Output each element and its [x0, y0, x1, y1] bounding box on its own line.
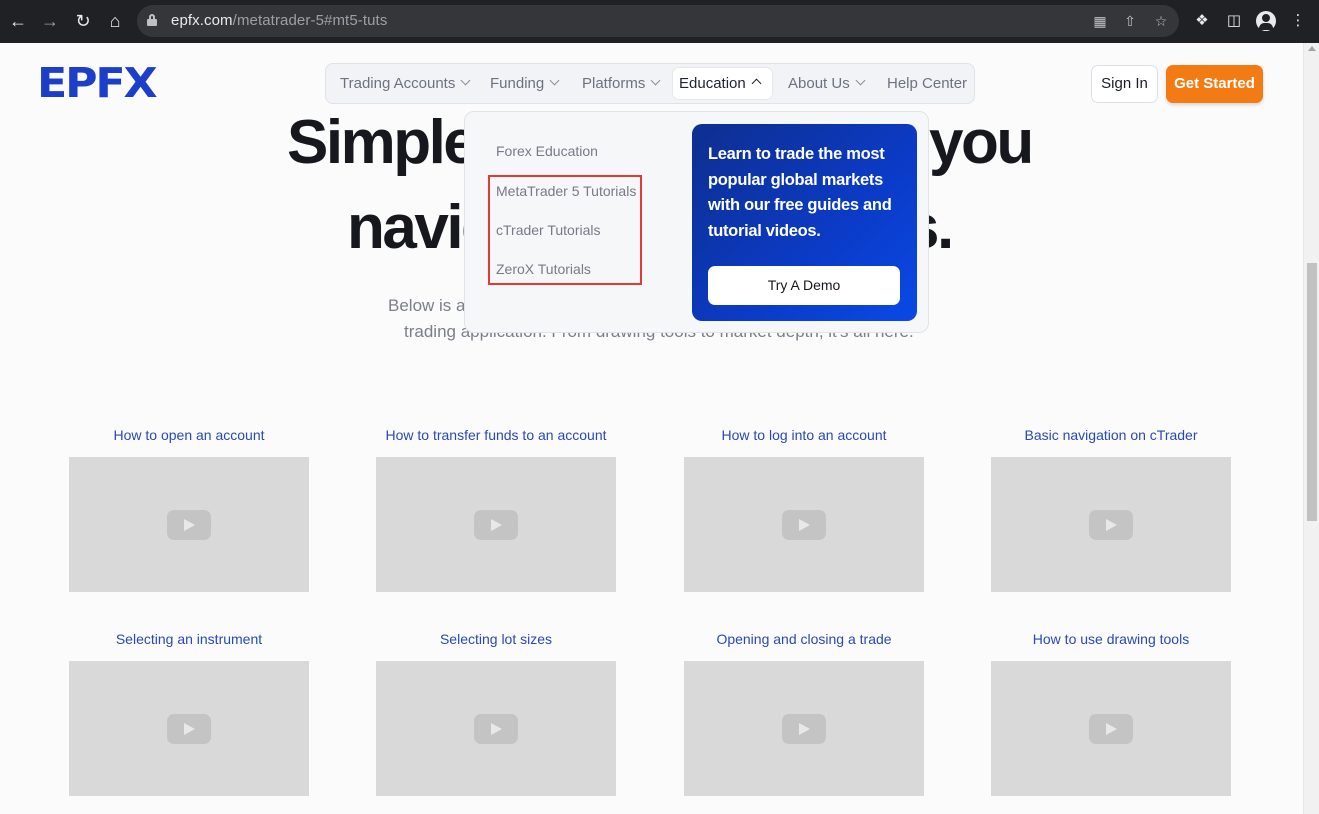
chevron-down-icon [460, 75, 471, 86]
video-title[interactable]: Selecting an instrument [69, 631, 309, 647]
video-thumbnail[interactable] [376, 661, 616, 796]
sign-in-button[interactable]: Sign In [1091, 65, 1158, 103]
video-thumbnail[interactable] [684, 457, 924, 592]
highlight-box [488, 175, 642, 285]
video-title[interactable]: How to open an account [69, 427, 309, 443]
lock-icon[interactable] [147, 14, 157, 26]
scroll-up-arrow-icon[interactable] [1308, 46, 1316, 51]
extensions-puzzle-icon[interactable]: ❖ [1192, 11, 1212, 31]
nav-trading-accounts[interactable]: Trading Accounts [334, 68, 475, 99]
main-navigation: Trading Accounts Funding Platforms Educa… [325, 63, 975, 104]
play-icon[interactable] [474, 714, 518, 744]
nav-platforms[interactable]: Platforms [576, 68, 665, 99]
try-a-demo-button[interactable]: Try A Demo [708, 266, 900, 305]
hero-title-line1-left: Simple [287, 108, 478, 177]
back-arrow-icon[interactable]: ← [6, 9, 30, 33]
play-icon[interactable] [782, 714, 826, 744]
video-thumbnail[interactable] [69, 661, 309, 796]
url-text[interactable]: epfx.com/metatrader-5#mt5-tuts [171, 12, 387, 29]
hero-subtitle-line1: Below is a [388, 296, 466, 315]
chevron-down-icon [650, 75, 661, 86]
home-icon[interactable]: ⌂ [103, 9, 127, 33]
nav-label: Platforms [582, 75, 646, 92]
video-thumbnail[interactable] [684, 661, 924, 796]
nav-label: Help Center [887, 75, 968, 92]
video-thumbnail[interactable] [991, 457, 1231, 592]
video-thumbnail[interactable] [69, 457, 309, 592]
nav-funding[interactable]: Funding [484, 68, 564, 99]
promo-text: Learn to trade the most popular global m… [708, 145, 892, 240]
video-thumbnail[interactable] [991, 661, 1231, 796]
education-dropdown-menu: Forex Education MetaTrader 5 Tutorials c… [464, 111, 929, 333]
get-started-button[interactable]: Get Started [1166, 65, 1263, 103]
nav-label: Education [679, 75, 746, 92]
video-title[interactable]: Selecting lot sizes [376, 631, 616, 647]
education-promo-card: Learn to trade the most popular global m… [692, 124, 917, 321]
bookmark-star-icon[interactable]: ☆ [1151, 11, 1171, 31]
play-icon[interactable] [167, 714, 211, 744]
video-title[interactable]: Basic navigation on cTrader [991, 427, 1231, 443]
chevron-down-icon [549, 75, 560, 86]
url-path: /metatrader-5#mt5-tuts [232, 12, 388, 29]
reload-icon[interactable]: ↻ [71, 9, 95, 33]
url-domain: epfx.com [171, 12, 233, 29]
dropdown-link-forex-education[interactable]: Forex Education [496, 143, 598, 159]
video-title[interactable]: How to use drawing tools [991, 631, 1231, 647]
page-scrollbar[interactable] [1303, 43, 1319, 814]
video-thumbnail[interactable] [376, 457, 616, 592]
nav-label: Funding [490, 75, 545, 92]
play-icon[interactable] [782, 510, 826, 540]
profile-avatar-icon[interactable] [1256, 11, 1276, 31]
video-title[interactable]: How to log into an account [684, 427, 924, 443]
play-icon[interactable] [1089, 714, 1133, 744]
play-icon[interactable] [167, 510, 211, 540]
video-title[interactable]: Opening and closing a trade [684, 631, 924, 647]
browser-toolbar: ← → ↻ ⌂ epfx.com/metatrader-5#mt5-tuts ▦… [0, 0, 1319, 43]
share-icon[interactable]: ⇧ [1120, 11, 1140, 31]
epfx-logo[interactable]: EPFX [37, 63, 158, 104]
forward-arrow-icon[interactable]: → [38, 9, 62, 33]
play-icon[interactable] [474, 510, 518, 540]
video-title[interactable]: How to transfer funds to an account [376, 427, 616, 443]
nav-label: About Us [788, 75, 850, 92]
chevron-down-icon [855, 75, 866, 86]
side-panel-icon[interactable]: ◫ [1224, 11, 1244, 31]
translate-icon[interactable]: ▦ [1090, 11, 1110, 31]
nav-help-center[interactable]: Help Center [881, 68, 973, 99]
menu-kebab-icon[interactable]: ⋮ [1288, 11, 1308, 31]
nav-label: Trading Accounts [340, 75, 456, 92]
scrollbar-thumb[interactable] [1307, 263, 1317, 521]
chevron-up-icon [751, 78, 762, 89]
play-icon[interactable] [1089, 510, 1133, 540]
nav-about-us[interactable]: About Us [782, 68, 870, 99]
hero-title-line1-right: you [929, 108, 1034, 177]
address-bar[interactable]: epfx.com/metatrader-5#mt5-tuts ▦ ⇧ ☆ [137, 5, 1179, 37]
nav-education[interactable]: Education [673, 68, 772, 99]
